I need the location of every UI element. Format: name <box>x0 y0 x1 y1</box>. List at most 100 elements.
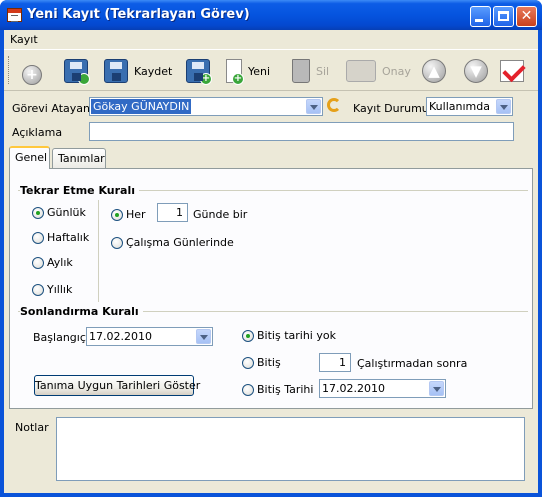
radio-dot <box>32 283 44 296</box>
new-document-icon: + <box>226 59 244 85</box>
new-badge-icon: + <box>232 73 244 85</box>
termination-title: Sonlandırma Kuralı <box>20 305 143 318</box>
maximize-button[interactable] <box>493 6 514 27</box>
description-input[interactable] <box>89 122 514 141</box>
radio-weekly-label: Haftalık <box>47 231 90 244</box>
radio-end-date[interactable]: Bitiş Tarihi <box>242 383 313 396</box>
add-circle-icon: + <box>22 65 42 85</box>
title-bar[interactable]: Yeni Kayıt (Tekrarlayan Görev) ✕ <box>0 0 542 30</box>
status-label: Kayıt Durumu <box>353 102 429 115</box>
notes-label: Notlar <box>15 421 49 434</box>
end-date-picker[interactable]: 17.02.2010 <box>319 379 446 398</box>
window-title: Yeni Kayıt (Tekrarlayan Görev) <box>27 7 250 22</box>
radio-dot <box>111 208 123 221</box>
start-date-value: 17.02.2010 <box>89 330 152 343</box>
move-down-button[interactable]: ▼ <box>464 54 488 88</box>
description-label: Açıklama <box>12 126 63 139</box>
client-area: Kayıt + Kaydet + + Yeni Sil Onay ▲ ▼ Gör… <box>4 30 538 493</box>
start-date-label: Başlangıç <box>33 331 86 344</box>
radio-monthly[interactable]: Aylık <box>32 256 73 269</box>
delete-label: Sil <box>316 64 330 78</box>
save-add-button[interactable]: + <box>186 54 212 88</box>
radio-weekly[interactable]: Haftalık <box>32 231 89 244</box>
chevron-down-icon[interactable] <box>429 381 444 396</box>
status-select[interactable]: Kullanımda <box>426 97 513 116</box>
start-date-picker[interactable]: 17.02.2010 <box>86 327 213 346</box>
window: Yeni Kayıt (Tekrarlayan Görev) ✕ Kayıt +… <box>0 0 542 497</box>
tab-genel[interactable]: Genel <box>9 146 50 169</box>
menu-item-kayit[interactable]: Kayıt <box>10 33 38 46</box>
every-days-input[interactable]: 1 <box>157 203 188 222</box>
handshake-icon <box>346 60 376 82</box>
save-refresh-icon <box>64 59 90 85</box>
show-dates-button[interactable]: Tanıma Uygun Tarihleri Göster <box>34 375 200 396</box>
chevron-down-icon[interactable] <box>496 99 511 114</box>
end-after-suffix: Çalıştırmadan sonra <box>357 357 468 370</box>
radio-dot <box>242 356 254 369</box>
toolbar: + Kaydet + + Yeni Sil Onay ▲ ▼ <box>4 49 538 91</box>
refresh-badge-icon <box>78 73 90 85</box>
approve-label: Onay <box>382 64 411 78</box>
radio-dot <box>242 383 254 396</box>
radio-workdays[interactable]: Çalışma Günlerinde <box>111 236 234 249</box>
end-date-value: 17.02.2010 <box>322 382 385 395</box>
radio-daily[interactable]: Günlük <box>32 206 86 219</box>
radio-monthly-label: Aylık <box>47 256 73 269</box>
minimize-button[interactable] <box>470 6 491 27</box>
tab-tanimlar[interactable]: Tanımlar <box>52 148 106 168</box>
minimize-icon <box>475 19 483 22</box>
end-date-label: Bitiş Tarihi <box>257 383 314 396</box>
end-after-label: Bitiş <box>257 356 281 369</box>
radio-dot <box>242 329 254 342</box>
tab-panel-genel: Tekrar Etme Kuralı Günlük Haftalık Aylık… <box>9 168 533 409</box>
down-arrow-icon: ▼ <box>464 59 488 83</box>
close-button[interactable]: ✕ <box>516 6 537 27</box>
radio-no-end-date[interactable]: Bitiş tarihi yok <box>242 329 336 342</box>
every-label: Her <box>126 208 146 221</box>
recurrence-title: Tekrar Etme Kuralı <box>20 184 139 197</box>
radio-daily-label: Günlük <box>47 206 86 219</box>
confirm-button[interactable] <box>500 54 524 88</box>
refresh-icon[interactable] <box>327 98 341 112</box>
menu-bar: Kayıt <box>4 30 538 49</box>
end-after-count-input[interactable]: 1 <box>319 353 351 372</box>
notes-input[interactable] <box>56 417 525 481</box>
move-up-button[interactable]: ▲ <box>422 54 446 88</box>
save-add-icon: + <box>186 59 212 85</box>
no-end-label: Bitiş tarihi yok <box>257 329 336 342</box>
radio-end-after[interactable]: Bitiş <box>242 356 281 369</box>
radio-dot <box>111 236 123 249</box>
recurrence-divider <box>98 200 99 302</box>
add-badge-icon: + <box>200 73 212 85</box>
close-icon: ✕ <box>520 8 533 24</box>
trash-icon <box>292 59 310 83</box>
approve-button[interactable]: Onay <box>346 54 411 88</box>
save-new-button[interactable] <box>64 54 90 88</box>
delete-button[interactable]: Sil <box>292 54 329 88</box>
radio-dot <box>32 206 44 219</box>
status-value: Kullanımda <box>429 100 490 113</box>
radio-every-n-days[interactable]: Her <box>111 208 146 221</box>
new-button[interactable]: + Yeni <box>222 54 270 88</box>
workdays-label: Çalışma Günlerinde <box>126 236 234 249</box>
checkmark-icon <box>500 60 524 82</box>
calendar-icon <box>7 8 22 22</box>
radio-dot <box>32 256 44 269</box>
radio-yearly[interactable]: Yıllık <box>32 283 72 296</box>
new-label: Yeni <box>248 64 271 78</box>
chevron-down-icon[interactable] <box>306 99 321 114</box>
assigner-label: Görevi Atayan <box>12 102 90 115</box>
chevron-down-icon[interactable] <box>196 329 211 344</box>
radio-yearly-label: Yıllık <box>47 283 73 296</box>
toolbar-grip[interactable] <box>8 56 11 84</box>
save-label: Kaydet <box>134 64 173 78</box>
maximize-icon <box>498 11 509 21</box>
up-arrow-icon: ▲ <box>422 59 446 83</box>
new-record-pointer-button[interactable]: + <box>22 54 42 88</box>
every-suffix: Günde bir <box>193 208 248 221</box>
radio-dot <box>32 231 44 244</box>
save-button[interactable]: Kaydet <box>104 54 172 88</box>
save-icon <box>104 59 128 83</box>
assigner-value: Gökay GÜNAYDIN <box>91 99 192 114</box>
assigner-select[interactable]: Gökay GÜNAYDIN <box>89 97 323 116</box>
